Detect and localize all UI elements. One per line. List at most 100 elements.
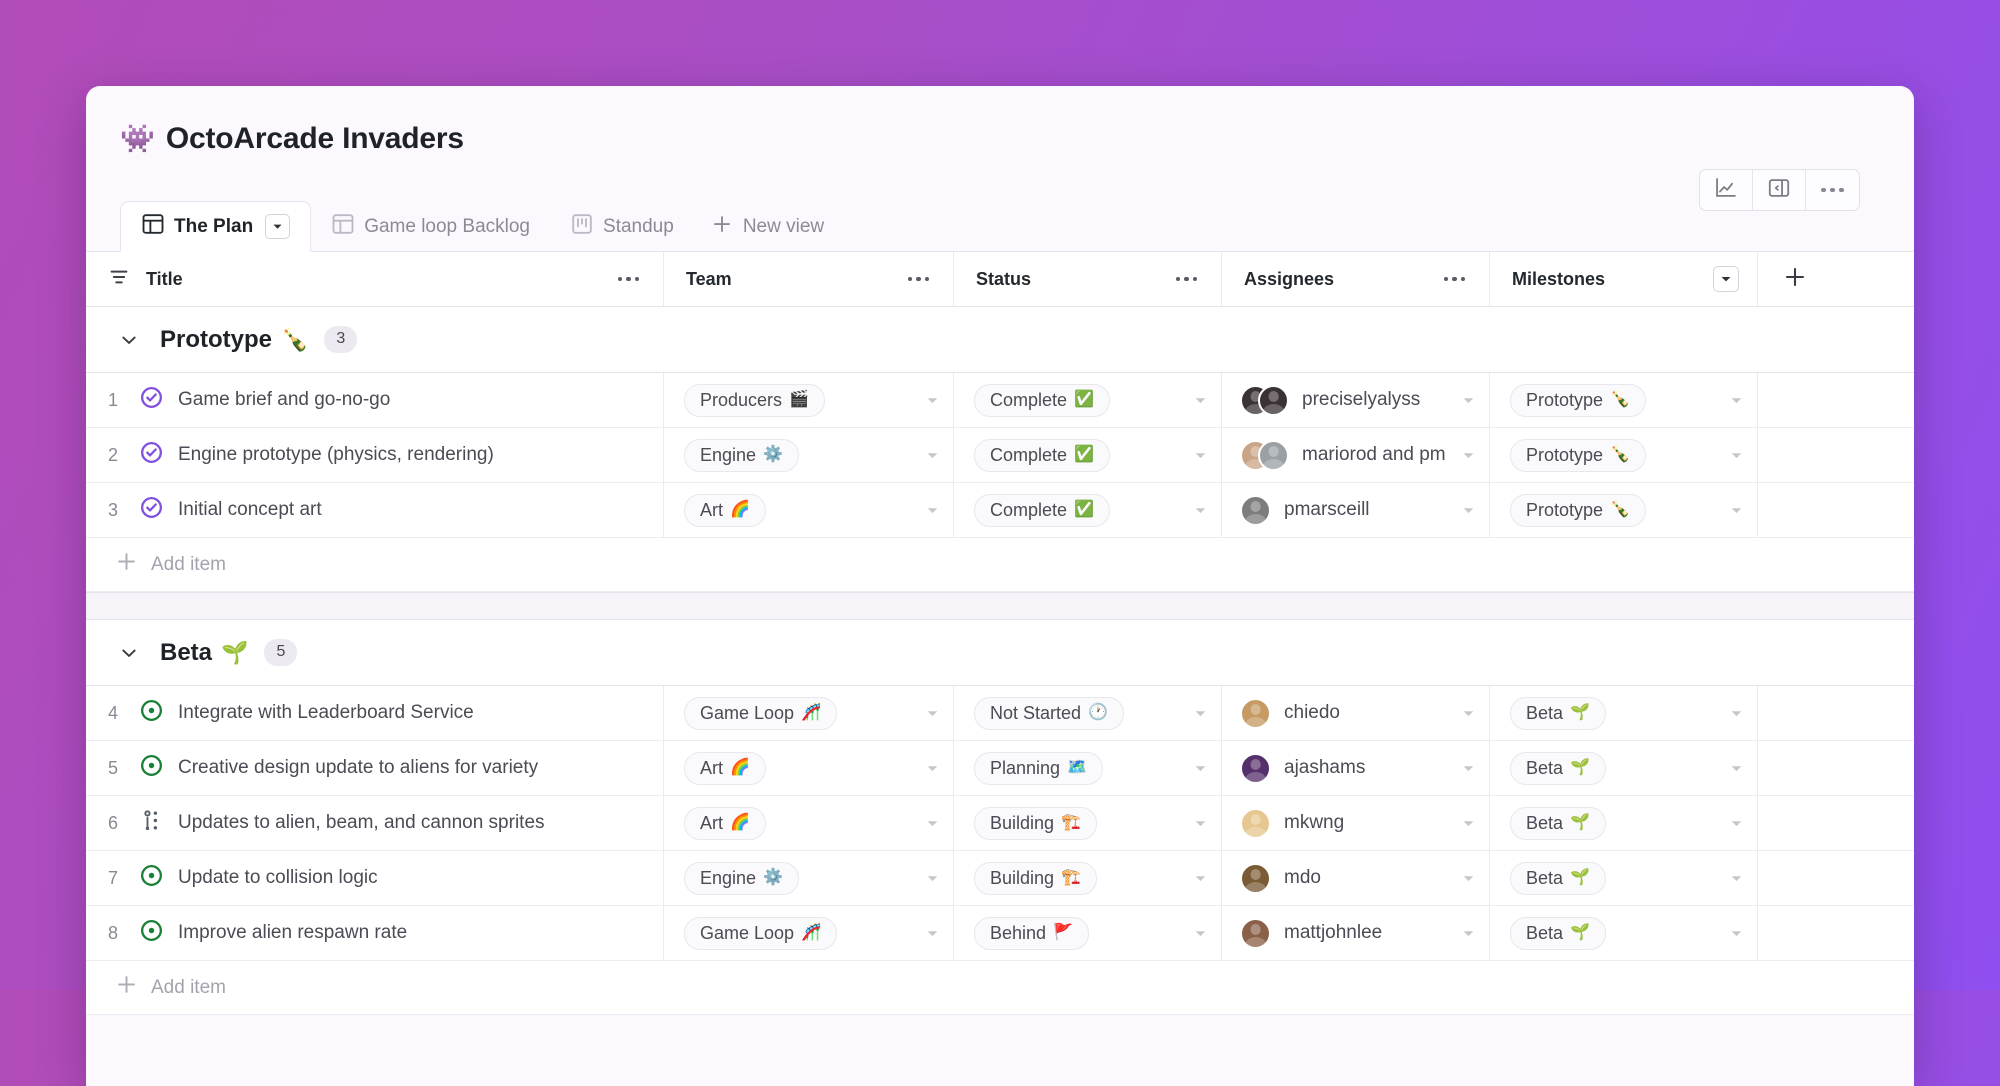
cell-dropdown-caret[interactable]	[1457, 762, 1479, 775]
table-row[interactable]: 4 Integrate with Leaderboard Service Game…	[86, 686, 1914, 741]
team-cell[interactable]: Game Loop 🎢	[664, 686, 954, 740]
cell-dropdown-caret[interactable]	[1725, 394, 1747, 407]
cell-dropdown-caret[interactable]	[1725, 504, 1747, 517]
milestone-cell[interactable]: Beta 🌱	[1490, 906, 1758, 960]
cell-dropdown-caret[interactable]	[1457, 927, 1479, 940]
team-chip[interactable]: Game Loop 🎢	[684, 916, 837, 950]
tab-game-loop-backlog[interactable]: Game loop Backlog	[311, 201, 550, 252]
status-chip[interactable]: Building 🏗️	[974, 861, 1097, 895]
milestone-cell[interactable]: Beta 🌱	[1490, 796, 1758, 850]
assignees-cell[interactable]: mkwng	[1222, 796, 1490, 850]
team-cell[interactable]: Game Loop 🎢	[664, 906, 954, 960]
team-cell[interactable]: Art 🌈	[664, 796, 954, 850]
cell-dropdown-caret[interactable]	[1457, 707, 1479, 720]
cell-dropdown-caret[interactable]	[1189, 762, 1211, 775]
status-chip[interactable]: Complete ✅	[974, 383, 1110, 417]
collapse-group-chevron-down-icon[interactable]	[114, 638, 144, 668]
cell-dropdown-caret[interactable]	[921, 504, 943, 517]
cell-dropdown-caret[interactable]	[1189, 504, 1211, 517]
cell-dropdown-caret[interactable]	[921, 762, 943, 775]
cell-dropdown-caret[interactable]	[1725, 872, 1747, 885]
add-column-button[interactable]	[1758, 252, 1914, 306]
status-cell[interactable]: Building 🏗️	[954, 796, 1222, 850]
table-row[interactable]: 8 Improve alien respawn rate Game Loop 🎢 Be…	[86, 906, 1914, 961]
cell-dropdown-caret[interactable]	[1725, 762, 1747, 775]
team-chip[interactable]: Art 🌈	[684, 493, 766, 527]
status-chip[interactable]: Complete ✅	[974, 493, 1110, 527]
tab-standup[interactable]: Standup	[550, 201, 694, 252]
tab-menu-caret-button[interactable]	[265, 214, 291, 239]
tab-the-plan[interactable]: The Plan	[120, 201, 312, 252]
cell-dropdown-caret[interactable]	[921, 927, 943, 940]
column-header-team[interactable]: Team	[664, 252, 954, 306]
cell-dropdown-caret[interactable]	[1457, 449, 1479, 462]
add-item-button[interactable]: Add item	[86, 961, 1914, 1015]
team-cell[interactable]: Art 🌈	[664, 741, 954, 795]
assignees-cell[interactable]: pmarsceill	[1222, 483, 1490, 537]
column-menu-button[interactable]	[1170, 271, 1204, 288]
team-cell[interactable]: Art 🌈	[664, 483, 954, 537]
cell-dropdown-caret[interactable]	[1457, 504, 1479, 517]
group-header-beta[interactable]: Beta 🌱 5	[86, 620, 1914, 686]
milestone-chip[interactable]: Beta 🌱	[1510, 861, 1606, 895]
team-chip[interactable]: Game Loop 🎢	[684, 696, 837, 730]
table-row[interactable]: 6 Updates to alien, beam, and cannon spr…	[86, 796, 1914, 851]
title-cell[interactable]: 2 Engine prototype (physics, rendering)	[86, 428, 664, 482]
table-row[interactable]: 7 Update to collision logic Engine ⚙️ Build…	[86, 851, 1914, 906]
title-cell[interactable]: 3 Initial concept art	[86, 483, 664, 537]
team-chip[interactable]: Engine ⚙️	[684, 861, 799, 895]
column-menu-button[interactable]	[902, 271, 936, 288]
table-row[interactable]: 2 Engine prototype (physics, rendering) E…	[86, 428, 1914, 483]
status-cell[interactable]: Complete ✅	[954, 483, 1222, 537]
column-menu-button[interactable]	[612, 271, 646, 288]
cell-dropdown-caret[interactable]	[921, 817, 943, 830]
milestone-cell[interactable]: Prototype 🍾	[1490, 483, 1758, 537]
status-chip[interactable]: Behind 🚩	[974, 916, 1089, 950]
column-header-status[interactable]: Status	[954, 252, 1222, 306]
title-cell[interactable]: 7 Update to collision logic	[86, 851, 664, 905]
milestone-cell[interactable]: Beta 🌱	[1490, 851, 1758, 905]
column-header-milestones[interactable]: Milestones	[1490, 252, 1758, 306]
milestone-cell[interactable]: Prototype 🍾	[1490, 373, 1758, 427]
status-cell[interactable]: Complete ✅	[954, 373, 1222, 427]
status-chip[interactable]: Not Started 🕐	[974, 696, 1124, 730]
status-cell[interactable]: Not Started 🕐	[954, 686, 1222, 740]
title-cell[interactable]: 5 Creative design update to aliens for v…	[86, 741, 664, 795]
milestone-chip[interactable]: Prototype 🍾	[1510, 383, 1646, 417]
team-cell[interactable]: Producers 🎬	[664, 373, 954, 427]
cell-dropdown-caret[interactable]	[921, 707, 943, 720]
group-header-prototype[interactable]: Prototype 🍾 3	[86, 307, 1914, 373]
assignees-cell[interactable]: mattjohnlee	[1222, 906, 1490, 960]
collapse-group-chevron-down-icon[interactable]	[114, 325, 144, 355]
status-cell[interactable]: Building 🏗️	[954, 851, 1222, 905]
cell-dropdown-caret[interactable]	[1457, 394, 1479, 407]
column-header-title[interactable]: Title	[86, 252, 664, 306]
title-cell[interactable]: 6 Updates to alien, beam, and cannon spr…	[86, 796, 664, 850]
cell-dropdown-caret[interactable]	[1457, 817, 1479, 830]
team-chip[interactable]: Art 🌈	[684, 751, 766, 785]
assignees-cell[interactable]: preciselyalyss	[1222, 373, 1490, 427]
cell-dropdown-caret[interactable]	[1189, 707, 1211, 720]
cell-dropdown-caret[interactable]	[1189, 449, 1211, 462]
column-header-assignees[interactable]: Assignees	[1222, 252, 1490, 306]
column-dropdown-caret-button[interactable]	[1713, 266, 1739, 292]
cell-dropdown-caret[interactable]	[1725, 817, 1747, 830]
filter-icon[interactable]	[108, 266, 130, 293]
milestone-chip[interactable]: Beta 🌱	[1510, 696, 1606, 730]
cell-dropdown-caret[interactable]	[1457, 872, 1479, 885]
assignees-cell[interactable]: mariorod and pm	[1222, 428, 1490, 482]
status-cell[interactable]: Behind 🚩	[954, 906, 1222, 960]
cell-dropdown-caret[interactable]	[1725, 449, 1747, 462]
team-chip[interactable]: Art 🌈	[684, 806, 766, 840]
assignees-cell[interactable]: ajashams	[1222, 741, 1490, 795]
table-row[interactable]: 1 Game brief and go-no-go Producers 🎬 Compl…	[86, 373, 1914, 428]
cell-dropdown-caret[interactable]	[1189, 817, 1211, 830]
title-cell[interactable]: 8 Improve alien respawn rate	[86, 906, 664, 960]
milestone-chip[interactable]: Beta 🌱	[1510, 751, 1606, 785]
table-row[interactable]: 3 Initial concept art Art 🌈 Complete ✅ pmarsc…	[86, 483, 1914, 538]
milestone-chip[interactable]: Prototype 🍾	[1510, 493, 1646, 527]
title-cell[interactable]: 1 Game brief and go-no-go	[86, 373, 664, 427]
cell-dropdown-caret[interactable]	[1189, 872, 1211, 885]
cell-dropdown-caret[interactable]	[921, 872, 943, 885]
assignees-cell[interactable]: chiedo	[1222, 686, 1490, 740]
